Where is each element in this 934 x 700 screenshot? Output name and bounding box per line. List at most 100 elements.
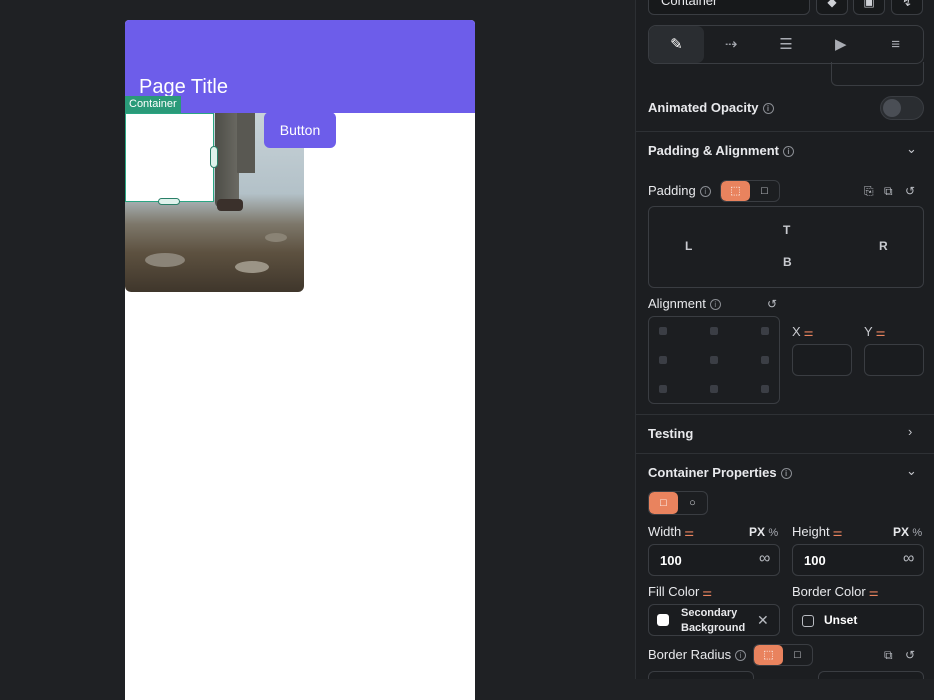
fill-color-row: Fill Color ⚌: [648, 584, 712, 599]
padding-all-sides-icon[interactable]: ⬚: [721, 181, 750, 201]
sliders-icon[interactable]: ⚌: [833, 527, 843, 539]
alignment-grid: [648, 316, 780, 404]
image-detail: [215, 113, 239, 208]
info-icon[interactable]: i: [709, 299, 721, 310]
sliders-icon[interactable]: ⚌: [876, 327, 886, 339]
info-icon[interactable]: i: [762, 103, 774, 114]
padding-left-label[interactable]: L: [685, 239, 692, 253]
padding-top-label[interactable]: T: [783, 223, 790, 237]
divider: [636, 453, 934, 454]
height-unit-percent[interactable]: %: [912, 527, 922, 539]
info-icon[interactable]: i: [699, 186, 711, 197]
border-color-label: Border Color: [792, 584, 866, 599]
sliders-icon[interactable]: ⚌: [684, 527, 694, 539]
code-icon[interactable]: ▣: [853, 0, 885, 15]
align-center-right[interactable]: [761, 356, 769, 364]
alignment-x-input[interactable]: [792, 344, 852, 376]
tab-actions-icon[interactable]: ⇢: [704, 26, 759, 63]
radius-uniform-icon[interactable]: □: [783, 645, 812, 665]
image-detail: [145, 253, 185, 267]
image-detail: [235, 261, 269, 273]
color-swatch: [802, 615, 814, 627]
resize-handle-bottom[interactable]: [158, 198, 180, 205]
chevron-down-icon[interactable]: ⌄: [906, 463, 917, 479]
height-value: 100: [804, 553, 826, 568]
copy-icon[interactable]: ⧉: [884, 648, 893, 663]
sliders-icon[interactable]: ⚌: [804, 327, 814, 339]
testing-title[interactable]: Testing: [648, 426, 693, 441]
reset-icon[interactable]: ↺: [905, 648, 915, 662]
fill-color-picker[interactable]: Secondary Background ✕: [648, 604, 780, 636]
info-icon[interactable]: i: [735, 650, 747, 661]
flutter-icon[interactable]: ◆: [816, 0, 848, 15]
color-swatch: [657, 614, 669, 626]
tab-notes-icon[interactable]: ≡: [868, 26, 923, 63]
preview-button[interactable]: Button: [264, 112, 336, 148]
close-icon[interactable]: ✕: [757, 612, 769, 629]
height-unit[interactable]: PX %: [893, 525, 922, 539]
shape-toggle: □ ○: [648, 491, 708, 515]
copy-icon[interactable]: ⧉: [884, 184, 893, 199]
align-top-center[interactable]: [710, 327, 718, 335]
border-radius-input[interactable]: [648, 671, 754, 679]
panel-tabs: ✎ ⇢ ☰ ▶ ≡: [648, 25, 924, 64]
toggle-knob: [883, 99, 901, 117]
width-row: Width ⚌: [648, 524, 694, 539]
align-bottom-left[interactable]: [659, 385, 667, 393]
sliders-icon[interactable]: ⚌: [869, 587, 879, 599]
border-radius-mode-toggle: ⬚ □: [753, 644, 813, 666]
tab-properties-icon[interactable]: ✎: [649, 26, 704, 63]
padding-bottom-label[interactable]: B: [783, 255, 792, 269]
align-bottom-right[interactable]: [761, 385, 769, 393]
align-center[interactable]: [710, 356, 718, 364]
wrap-icon[interactable]: ↯: [891, 0, 923, 15]
design-canvas[interactable]: Page Title Container Button: [0, 0, 635, 700]
radius-all-corners-icon[interactable]: ⬚: [754, 645, 783, 665]
circle-shape-icon[interactable]: ○: [678, 492, 707, 514]
chevron-down-icon[interactable]: ⌄: [906, 141, 917, 157]
animated-opacity-row: Animated Opacity i: [648, 100, 774, 115]
align-center-left[interactable]: [659, 356, 667, 364]
border-radius-input[interactable]: [818, 671, 924, 679]
align-bottom-center[interactable]: [710, 385, 718, 393]
tab-backend-query-icon[interactable]: ☰: [759, 26, 814, 63]
padding-uniform-icon[interactable]: □: [750, 181, 779, 201]
padding-alignment-header[interactable]: Padding & Alignment i: [648, 143, 794, 158]
align-top-left[interactable]: [659, 327, 667, 335]
fill-color-value-line2: Background: [681, 622, 746, 634]
fill-color-label: Fill Color: [648, 584, 700, 599]
resize-handle-right[interactable]: [210, 146, 218, 168]
widget-name-field[interactable]: Container: [648, 0, 810, 15]
sliders-icon[interactable]: ⚌: [702, 587, 712, 599]
animated-opacity-toggle[interactable]: [880, 96, 924, 120]
align-top-right[interactable]: [761, 327, 769, 335]
chevron-right-icon[interactable]: ›: [908, 424, 912, 439]
container-properties-title: Container Properties: [648, 465, 777, 480]
alignment-y-input[interactable]: [864, 344, 924, 376]
container-properties-header[interactable]: Container Properties i: [648, 465, 792, 480]
height-unit-px[interactable]: PX: [893, 525, 909, 539]
selected-container[interactable]: [125, 113, 214, 202]
width-input[interactable]: 100 ∞: [648, 544, 780, 576]
border-color-picker[interactable]: Unset: [792, 604, 924, 636]
height-input[interactable]: 100 ∞: [792, 544, 924, 576]
width-unit-px[interactable]: PX: [749, 525, 765, 539]
paste-icon[interactable]: ⎘: [864, 184, 874, 199]
rectangle-shape-icon[interactable]: □: [649, 492, 678, 514]
infinity-icon[interactable]: ∞: [903, 550, 914, 568]
padding-editor[interactable]: T B L R: [648, 206, 924, 288]
tab-animations-icon[interactable]: ▶: [813, 26, 868, 63]
alignment-y-label: Y: [864, 324, 873, 339]
reset-icon[interactable]: ↺: [905, 184, 915, 198]
width-unit[interactable]: PX %: [749, 525, 778, 539]
padding-right-label[interactable]: R: [879, 239, 888, 253]
fill-color-value-line1: Secondary: [681, 607, 738, 619]
divider: [636, 414, 934, 415]
info-icon[interactable]: i: [780, 468, 792, 479]
reset-icon[interactable]: ↺: [767, 297, 777, 311]
infinity-icon[interactable]: ∞: [759, 550, 770, 568]
width-unit-percent[interactable]: %: [768, 527, 778, 539]
partial-input[interactable]: [831, 62, 924, 86]
alignment-x-row: X ⚌: [792, 324, 814, 339]
info-icon[interactable]: i: [782, 146, 794, 157]
